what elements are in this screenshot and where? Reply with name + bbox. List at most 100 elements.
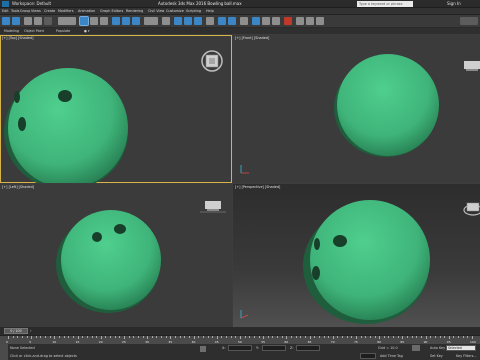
time-slider[interactable]: 0 / 100 ›: [0, 327, 480, 335]
track-bar-minor-tick: [244, 336, 246, 338]
ribbon-tab-object-paint[interactable]: Object Paint: [24, 29, 44, 33]
bowling-ball[interactable]: [337, 54, 439, 156]
bind-space-warp-icon[interactable]: [44, 17, 52, 25]
unlink-icon[interactable]: [34, 17, 42, 25]
track-bar[interactable]: 0 5 10 15 20 25 30 35 40 45 50 55 60 65 70 75 80 85 90 95 10…: [0, 335, 480, 344]
material-editor-icon[interactable]: [284, 17, 292, 25]
maxscript-listener-icon[interactable]: [0, 344, 8, 360]
track-bar-minor-tick: [86, 336, 88, 338]
scale-icon[interactable]: [132, 17, 140, 25]
grid-size: Grid = 10.0: [378, 346, 398, 350]
link-icon[interactable]: [24, 17, 32, 25]
set-key-icon[interactable]: [412, 345, 420, 351]
viewport-left[interactable]: [+] [Left] [Shaded]: [0, 184, 232, 327]
viewcube-icon[interactable]: [200, 201, 226, 213]
bowling-ball[interactable]: [61, 210, 161, 310]
pivot-icon[interactable]: [162, 17, 170, 25]
z-coordinate-field[interactable]: [296, 345, 320, 351]
track-bar-minor-tick: [374, 336, 376, 338]
viewport-perspective[interactable]: [+] [Perspective] [Shaded]: [233, 184, 480, 327]
bowling-ball[interactable]: [310, 200, 430, 320]
menu-customize[interactable]: Customize: [166, 9, 184, 13]
angle-snap-icon[interactable]: [184, 17, 192, 25]
curve-editor-icon[interactable]: [262, 17, 270, 25]
render-production-icon[interactable]: [316, 17, 324, 25]
track-bar-minor-tick: [393, 336, 395, 338]
menu-help[interactable]: Help: [206, 9, 214, 13]
track-bar-minor-tick: [119, 336, 121, 338]
track-bar-minor-tick: [105, 336, 107, 338]
menu-graph-editors[interactable]: Graph Editors: [100, 9, 123, 13]
track-bar-frame-label: 25: [122, 339, 126, 344]
thumb-hole: [18, 117, 26, 131]
time-slider-next-icon[interactable]: ›: [30, 328, 32, 333]
render-setup-icon[interactable]: [296, 17, 304, 25]
menu-group[interactable]: Group: [20, 9, 30, 13]
track-bar-frame-label: 65: [307, 339, 312, 344]
menu-civil-view[interactable]: Civil View: [148, 9, 164, 13]
snap-toggle-icon[interactable]: [174, 17, 182, 25]
select-by-name-icon[interactable]: [90, 17, 98, 25]
x-coordinate-field[interactable]: [228, 345, 252, 351]
track-bar-frame-label: 30: [145, 339, 150, 344]
menu-tools[interactable]: Tools: [11, 9, 19, 13]
add-time-tag[interactable]: Add Time Tag: [380, 354, 403, 358]
menu-modifiers[interactable]: Modifiers: [58, 9, 73, 13]
reference-coordinate-dropdown[interactable]: [144, 17, 158, 25]
time-slider-handle[interactable]: 0 / 100: [4, 328, 28, 334]
track-bar-minor-tick: [175, 336, 177, 338]
menu-create[interactable]: Create: [44, 9, 55, 13]
track-bar-minor-tick: [337, 336, 339, 338]
prompt-line: Click or click-and-drag to select object…: [10, 354, 77, 358]
menu-scripting[interactable]: Scripting: [186, 9, 201, 13]
menu-views[interactable]: Views: [31, 9, 41, 13]
redo-icon[interactable]: [12, 17, 20, 25]
mirror-icon[interactable]: [218, 17, 226, 25]
viewport-top[interactable]: [+] [Top] [Shaded]: [0, 35, 232, 183]
layer-manager-icon[interactable]: [240, 17, 248, 25]
viewcube-icon[interactable]: [201, 50, 223, 72]
selection-filter-dropdown[interactable]: [58, 17, 76, 25]
align-icon[interactable]: [228, 17, 236, 25]
select-object-icon[interactable]: [79, 16, 89, 26]
menu-rendering[interactable]: Rendering: [126, 9, 143, 13]
track-bar-minor-tick: [96, 336, 98, 338]
schematic-view-icon[interactable]: [272, 17, 280, 25]
ribbon-tab-populate[interactable]: Populate: [56, 29, 70, 33]
undo-icon[interactable]: [2, 17, 10, 25]
set-key-button[interactable]: Set Key: [430, 354, 443, 358]
key-filters-button[interactable]: Key Filters...: [456, 354, 477, 358]
named-selection-icon[interactable]: [206, 17, 214, 25]
sign-in-link[interactable]: Sign In: [447, 1, 461, 6]
bowling-ball[interactable]: [8, 68, 128, 183]
auto-key-button[interactable]: Auto Key: [430, 346, 445, 350]
workspace-selector[interactable]: Workspace: Default: [12, 1, 51, 6]
add-time-tag-icon[interactable]: [360, 353, 376, 359]
ribbon-options-icon[interactable]: ● ▾: [84, 29, 90, 33]
selection-region-icon[interactable]: [100, 17, 108, 25]
track-bar-minor-tick: [26, 336, 28, 338]
app-logo-icon[interactable]: [2, 1, 9, 7]
track-bar-frame-label: 5: [29, 339, 32, 344]
graphite-toggle-icon[interactable]: [252, 17, 260, 25]
lock-selection-icon[interactable]: [200, 346, 206, 352]
y-coordinate-field[interactable]: [262, 345, 286, 351]
track-bar-minor-tick: [407, 336, 409, 338]
percent-snap-icon[interactable]: [194, 17, 202, 25]
track-bar-minor-tick: [462, 336, 464, 338]
track-bar-minor-tick: [360, 336, 362, 338]
viewcube-icon[interactable]: [464, 61, 480, 71]
move-icon[interactable]: [112, 17, 120, 25]
menu-edit[interactable]: Edit: [2, 9, 9, 13]
selection-set-dropdown[interactable]: Selected: [446, 345, 476, 351]
command-panel-tabs[interactable]: [460, 17, 478, 25]
menu-animation[interactable]: Animation: [78, 9, 95, 13]
track-bar-minor-tick: [156, 336, 158, 338]
viewcube-icon[interactable]: [463, 202, 480, 216]
viewport-front[interactable]: [+] [Front] [Shaded]: [233, 35, 480, 183]
ribbon-tab-modeling[interactable]: Modeling: [4, 29, 19, 33]
track-bar-minor-tick: [458, 336, 460, 338]
search-input[interactable]: Type a keyword or phrase: [357, 1, 413, 7]
rotate-icon[interactable]: [122, 17, 130, 25]
rendered-frame-window-icon[interactable]: [306, 17, 314, 25]
